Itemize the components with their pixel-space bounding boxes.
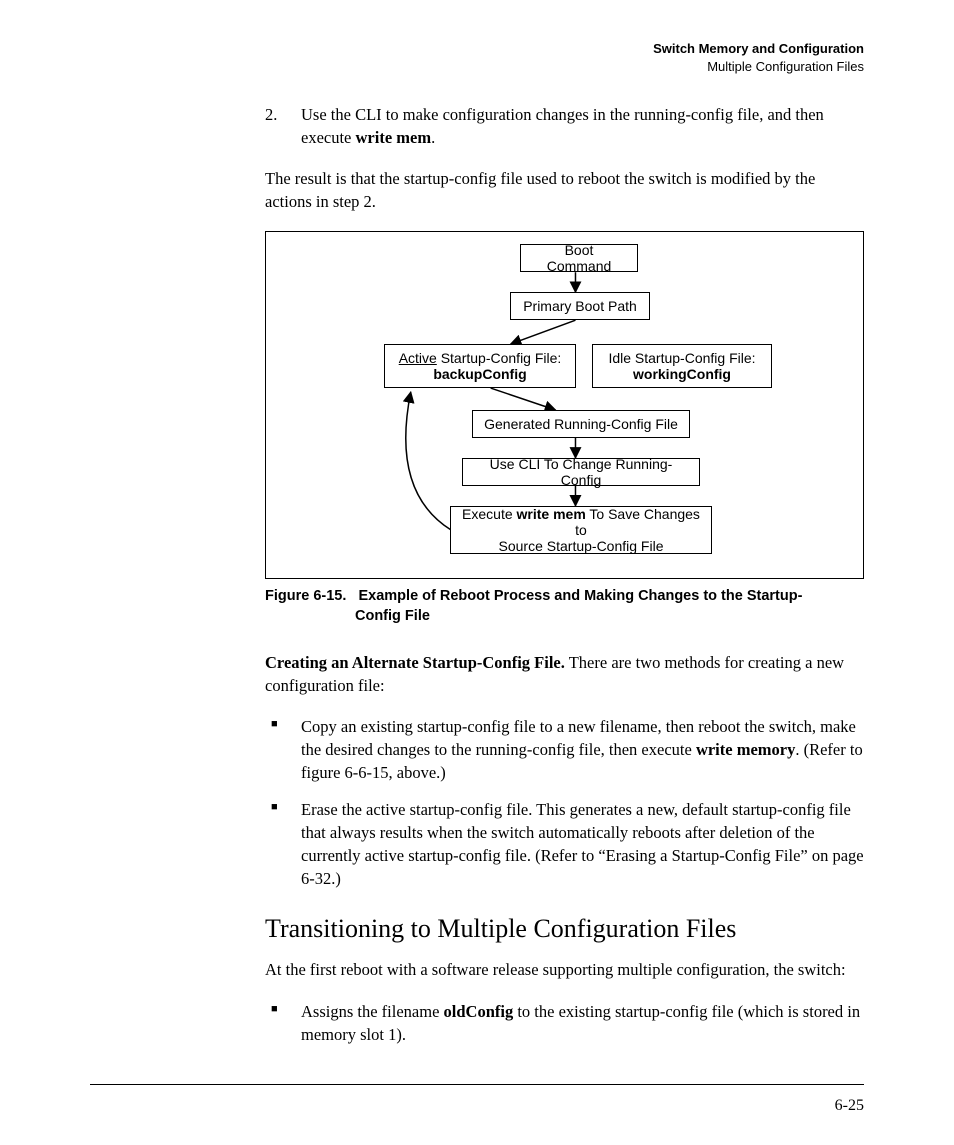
footer-rule <box>90 1084 864 1085</box>
caption-label: Figure 6-15. <box>265 588 346 604</box>
alt-heading-bold: Creating an Alternate Startup-Config Fil… <box>265 653 565 672</box>
bullet3-a: Assigns the filename <box>301 1002 444 1021</box>
idle-label: Idle Startup-Config File: <box>608 350 755 366</box>
step-number: 2. <box>265 103 277 126</box>
alt-heading-para: Creating an Alternate Startup-Config Fil… <box>265 651 864 697</box>
page-header: Switch Memory and Configuration Multiple… <box>90 40 864 75</box>
header-subtitle: Multiple Configuration Files <box>707 59 864 74</box>
result-paragraph: The result is that the startup-config fi… <box>265 167 864 213</box>
box-active-config: Active Startup-Config File: backupConfig <box>384 344 576 388</box>
box-primary-boot-path: Primary Boot Path <box>510 292 650 320</box>
active-underline: Active <box>399 350 437 366</box>
bullet-assign-oldconfig: Assigns the filename oldConfig to the ex… <box>265 1000 864 1046</box>
exec-pre: Execute <box>462 506 516 522</box>
use-cli-label: Use CLI To Change Running-Config <box>473 456 689 488</box>
bullet-copy-config: Copy an existing startup-config file to … <box>265 715 864 784</box>
figure-caption: Figure 6-15. Example of Reboot Process a… <box>265 587 864 626</box>
active-name: backupConfig <box>433 366 526 382</box>
box-execute: Execute write mem To Save Changes to Sou… <box>450 506 712 554</box>
bullet1-bold: write memory <box>696 740 795 759</box>
idle-name: workingConfig <box>633 366 731 382</box>
figure-diagram: Boot Command Primary Boot Path Active St… <box>265 231 864 579</box>
transition-para: At the first reboot with a software rele… <box>265 958 864 981</box>
box-idle-config: Idle Startup-Config File: workingConfig <box>592 344 772 388</box>
active-label-post: Startup-Config File: <box>437 350 562 366</box>
box-primary-boot-path-label: Primary Boot Path <box>523 298 637 314</box>
step-2: 2. Use the CLI to make configuration cha… <box>265 103 864 149</box>
section-heading-transitioning: Transitioning to Multiple Configuration … <box>265 914 864 944</box>
page-number: 6-25 <box>835 1097 864 1115</box>
bullet2-text: Erase the active startup-config file. Th… <box>301 800 864 888</box>
caption-line2: Config File <box>265 607 864 627</box>
exec-line2: Source Startup-Config File <box>499 538 664 554</box>
box-use-cli: Use CLI To Change Running-Config <box>462 458 700 486</box>
box-generated: Generated Running-Config File <box>472 410 690 438</box>
exec-bold: write mem <box>517 506 586 522</box>
bullet-erase-config: Erase the active startup-config file. Th… <box>265 798 864 890</box>
generated-label: Generated Running-Config File <box>484 416 678 432</box>
header-title: Switch Memory and Configuration <box>653 41 864 56</box>
box-boot-command: Boot Command <box>520 244 638 272</box>
step-text-b: . <box>431 128 435 147</box>
exec-post: To Save Changes to <box>575 506 700 538</box>
caption-line1: Example of Reboot Process and Making Cha… <box>358 588 802 604</box>
step-text-bold: write mem <box>356 128 432 147</box>
box-boot-command-label: Boot Command <box>531 242 627 274</box>
bullet3-bold: oldConfig <box>444 1002 514 1021</box>
